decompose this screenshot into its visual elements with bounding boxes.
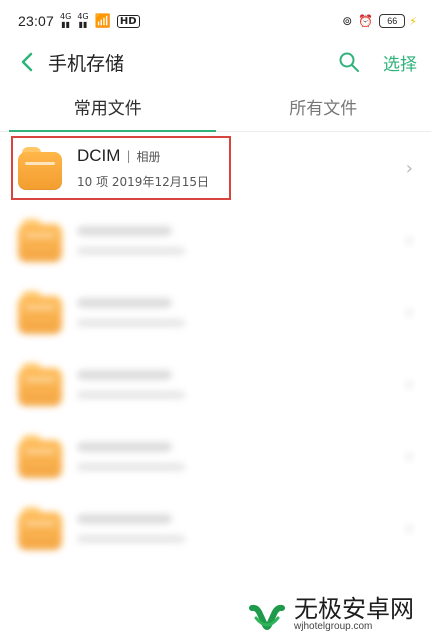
folder-icon-body — [18, 368, 62, 406]
folder-icon-body — [18, 296, 62, 334]
folder-icon — [18, 146, 62, 190]
tab-all-files[interactable]: 所有文件 — [216, 82, 431, 131]
folder-icon-line — [25, 162, 55, 165]
alarm-icon: ⏰ — [358, 14, 374, 28]
status-bar: 23:07 4G ▮▮ 4G ▮▮ 📶 HD ⊚ ⏰ 66 ⚡ — [0, 0, 431, 42]
select-button[interactable]: 选择 — [383, 50, 417, 75]
item-text — [77, 225, 406, 255]
folder-icon — [18, 362, 62, 406]
watermark-logo-icon — [249, 604, 285, 630]
time-label: 23:07 — [18, 13, 55, 29]
list-item[interactable]: › — [0, 348, 431, 420]
list-item[interactable]: › — [0, 204, 431, 276]
chevron-right-icon: › — [405, 157, 413, 179]
chevron-right-icon: › — [405, 517, 413, 539]
blurred-item-name — [77, 441, 172, 452]
blurred-item-name — [77, 369, 172, 380]
folder-icon — [18, 290, 62, 334]
chevron-right-icon: › — [405, 229, 413, 251]
folder-icon-body — [18, 152, 62, 190]
watermark-text: 无极安卓网 wjhotelgroup.com — [294, 595, 414, 633]
chevron-right-icon: › — [405, 445, 413, 467]
folder-icon-line — [25, 522, 55, 525]
folder-icon — [18, 218, 62, 262]
tab-common-files-label: 常用文件 — [73, 99, 142, 119]
top-bar: 手机存储 选择 — [0, 42, 431, 82]
battery-indicator: 66 — [379, 14, 406, 28]
search-button[interactable] — [337, 50, 361, 74]
watermark: 无极安卓网 wjhotelgroup.com — [248, 594, 424, 636]
item-name: DCIM — [77, 146, 121, 165]
status-right: ⊚ ⏰ 66 ⚡ — [342, 14, 417, 28]
list-item-dcim[interactable]: DCIM | 相册 10 项 2019年12月15日 › — [0, 132, 431, 204]
signal-bars-1: ▮▮ — [61, 20, 71, 29]
item-text — [77, 297, 406, 327]
signal-icon: 4G ▮▮ — [60, 13, 71, 29]
chevron-right-icon: › — [405, 301, 413, 323]
folder-icon-body — [18, 224, 62, 262]
lock-icon: ⊚ — [342, 14, 353, 28]
folder-icon-line — [25, 306, 55, 309]
folder-icon-body — [18, 512, 62, 550]
folder-icon — [18, 434, 62, 478]
battery-level: 66 — [387, 16, 398, 26]
tab-bar: 常用文件 所有文件 — [0, 82, 431, 132]
list-item[interactable]: › — [0, 492, 431, 564]
blurred-item-name — [77, 297, 172, 308]
folder-icon — [18, 506, 62, 550]
back-button[interactable] — [16, 51, 38, 73]
status-left: 23:07 4G ▮▮ 4G ▮▮ 📶 HD — [18, 13, 140, 29]
blurred-item-meta — [77, 534, 185, 543]
item-tag: 相册 — [136, 149, 161, 164]
page-title: 手机存储 — [48, 52, 125, 75]
watermark-cn: 无极安卓网 — [294, 595, 414, 624]
item-separator: | — [126, 149, 131, 163]
charging-icon: ⚡ — [409, 14, 417, 28]
blurred-item-name — [77, 225, 172, 236]
list-item[interactable]: › — [0, 420, 431, 492]
blurred-item-name — [77, 513, 172, 524]
chevron-right-icon: › — [405, 373, 413, 395]
item-text: DCIM | 相册 10 项 2019年12月15日 — [77, 146, 406, 190]
list-item[interactable]: › — [0, 276, 431, 348]
item-name-row: DCIM | 相册 — [77, 146, 406, 166]
back-icon — [21, 52, 33, 72]
folder-icon-line — [25, 450, 55, 453]
item-meta: 10 项 2019年12月15日 — [77, 175, 209, 189]
network-label: HD — [119, 15, 137, 27]
folder-icon-line — [25, 234, 55, 237]
network-badge: HD — [116, 14, 140, 28]
blurred-item-meta — [77, 390, 185, 399]
search-icon — [339, 52, 359, 72]
signal-bars-2: ▮▮ — [78, 20, 88, 29]
signal-icon: 4G ▮▮ — [77, 13, 88, 29]
wifi-icon: 📶 — [94, 13, 111, 29]
file-list: DCIM | 相册 10 项 2019年12月15日 › › › › › › — [0, 132, 431, 564]
header-actions: 选择 — [337, 50, 417, 75]
blurred-item-meta — [77, 246, 185, 255]
watermark-en: wjhotelgroup.com — [294, 621, 373, 633]
tab-common-files[interactable]: 常用文件 — [0, 82, 216, 132]
blurred-item-meta — [77, 318, 185, 327]
item-text — [77, 513, 406, 543]
item-text — [77, 441, 406, 471]
tab-all-files-label: 所有文件 — [289, 99, 358, 119]
folder-icon-line — [25, 378, 55, 381]
blurred-item-meta — [77, 462, 185, 471]
folder-icon-body — [18, 440, 62, 478]
item-text — [77, 369, 406, 399]
